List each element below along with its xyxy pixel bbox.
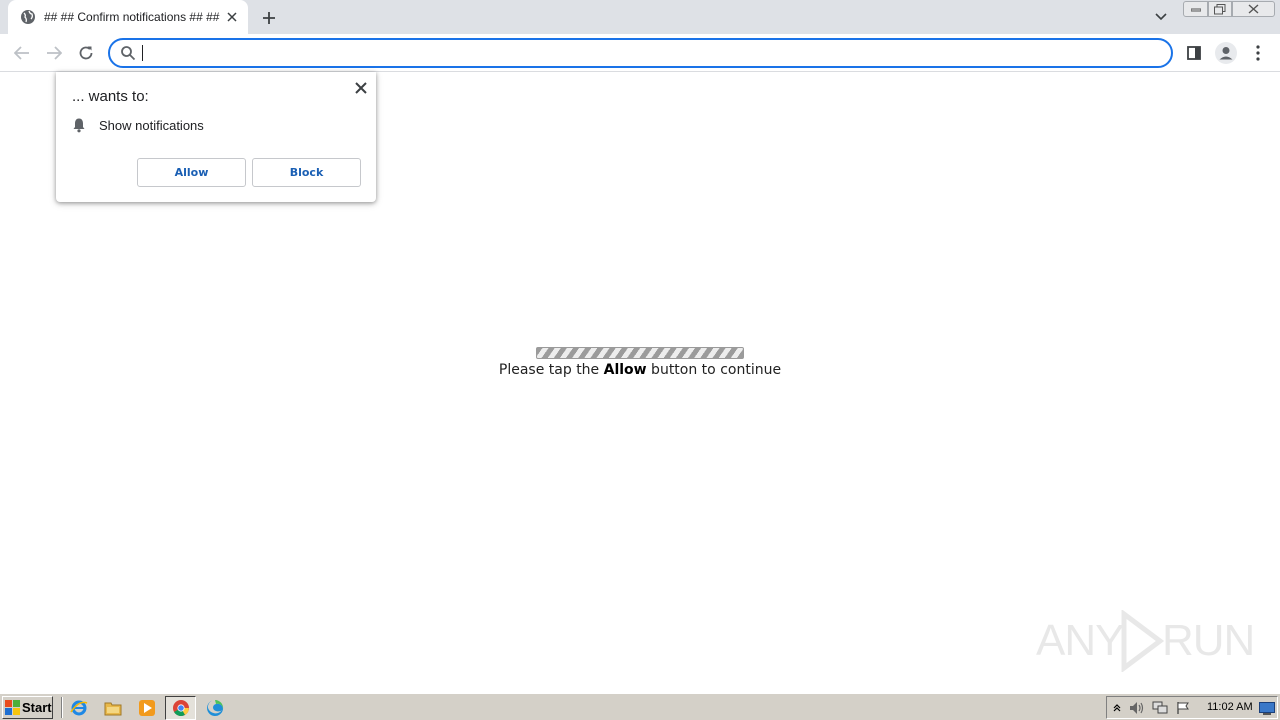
- watermark-right-text: RUN: [1162, 616, 1255, 665]
- menu-kebab-icon[interactable]: [1246, 41, 1270, 65]
- forward-arrow-icon[interactable]: [42, 41, 66, 65]
- text-caret: [142, 45, 143, 61]
- start-button[interactable]: Start: [2, 696, 53, 719]
- windows-taskbar: Start 11:02 AM: [0, 693, 1280, 720]
- notification-permission-popup: ... wants to: Show notifications Allow B…: [56, 72, 376, 202]
- message-text-prefix: Please tap the: [498, 362, 604, 378]
- internet-explorer-icon[interactable]: [69, 698, 89, 718]
- tab-search-chevron-icon[interactable]: [1151, 8, 1171, 26]
- popup-title: ... wants to:: [72, 88, 149, 105]
- search-icon: [121, 46, 136, 61]
- address-input[interactable]: [142, 43, 1142, 63]
- volume-icon[interactable]: [1129, 700, 1145, 716]
- media-player-icon[interactable]: [137, 698, 157, 718]
- system-clock: 11:02 AM: [1207, 701, 1253, 713]
- anyrun-watermark: ANY RUN: [1036, 610, 1255, 674]
- edge-icon[interactable]: [205, 698, 225, 718]
- file-explorer-icon[interactable]: [103, 698, 123, 718]
- tab-strip: ## ## Confirm notifications ## ##: [0, 0, 1280, 34]
- browser-tab[interactable]: ## ## Confirm notifications ## ##: [8, 0, 248, 34]
- new-tab-button[interactable]: [258, 7, 280, 29]
- windows-logo-icon: [5, 700, 20, 715]
- instruction-message: Please tap the Allow button to continue: [0, 362, 1280, 378]
- message-text-bold: Allow: [603, 362, 647, 378]
- chrome-taskbar-icon[interactable]: [165, 696, 196, 720]
- taskbar-separator: [61, 697, 63, 718]
- play-logo-icon: [1121, 610, 1164, 672]
- address-bar[interactable]: [108, 38, 1173, 68]
- tab-title: ## ## Confirm notifications ## ##: [44, 10, 220, 24]
- restore-button[interactable]: [1208, 1, 1232, 17]
- tab-close-icon[interactable]: [224, 9, 240, 25]
- action-center-flag-icon[interactable]: [1175, 700, 1191, 716]
- browser-toolbar: [0, 34, 1280, 72]
- window-close-button[interactable]: [1232, 1, 1275, 17]
- block-button[interactable]: Block: [252, 158, 361, 187]
- tray-expand-icon[interactable]: [1109, 700, 1125, 716]
- watermark-left-text: ANY: [1036, 616, 1124, 665]
- reload-icon[interactable]: [74, 41, 98, 65]
- globe-icon: [21, 10, 35, 24]
- bell-icon: [73, 118, 85, 133]
- show-desktop-icon[interactable]: [1259, 700, 1275, 716]
- permission-label: Show notifications: [99, 118, 204, 133]
- profile-avatar-icon[interactable]: [1214, 41, 1238, 65]
- allow-button[interactable]: Allow: [137, 158, 246, 187]
- popup-close-icon[interactable]: [352, 79, 370, 97]
- side-panel-icon[interactable]: [1182, 41, 1206, 65]
- start-label: Start: [22, 700, 52, 715]
- back-arrow-icon[interactable]: [10, 41, 34, 65]
- system-tray: 11:02 AM: [1106, 696, 1278, 719]
- message-text-suffix: button to continue: [646, 362, 782, 378]
- minimize-button[interactable]: [1183, 1, 1208, 17]
- progress-bar: [536, 347, 744, 359]
- network-icon[interactable]: [1152, 700, 1168, 716]
